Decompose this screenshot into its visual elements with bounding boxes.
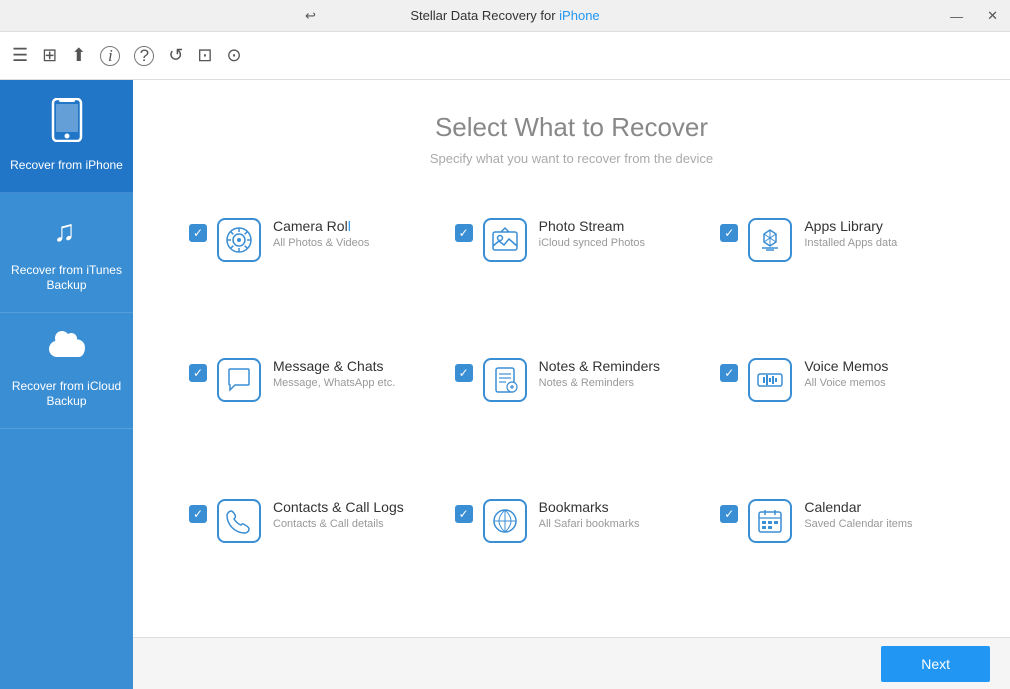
apps-library-icon	[748, 218, 792, 262]
checkbox-bookmarks[interactable]	[455, 505, 473, 523]
option-apps-library-text: Apps Library Installed Apps data	[804, 218, 897, 249]
checkbox-calendar[interactable]	[720, 505, 738, 523]
voice-memos-icon	[748, 358, 792, 402]
option-photo-stream-text: Photo Stream iCloud synced Photos	[539, 218, 645, 249]
option-camera-roll-subtitle: All Photos & Videos	[273, 237, 369, 249]
sidebar-item-recover-iphone[interactable]: Recover from iPhone	[0, 80, 133, 193]
option-contacts-call-logs-text: Contacts & Call Logs Contacts & Call det…	[273, 499, 404, 530]
page-subtitle: Specify what you want to recover from th…	[153, 151, 990, 166]
option-bookmarks-text: Bookmarks All Safari bookmarks	[539, 499, 640, 530]
photo-stream-icon	[483, 218, 527, 262]
sidebar: Recover from iPhone ♫ Recover from iTune…	[0, 80, 133, 689]
checkbox-photo-stream[interactable]	[455, 224, 473, 242]
option-apps-library[interactable]: Apps Library Installed Apps data	[704, 196, 970, 336]
option-camera-roll-title: Camera Roll	[273, 218, 369, 234]
option-bookmarks[interactable]: Bookmarks All Safari bookmarks	[439, 477, 705, 617]
toolbar: ☰ ⊞ ⬆ i ? ↺ ⊡ ⊙	[0, 32, 1010, 80]
menu-icon[interactable]: ☰	[12, 45, 28, 66]
option-notes-reminders-subtitle: Notes & Reminders	[539, 377, 660, 389]
refresh-icon[interactable]: ↺	[168, 45, 183, 66]
option-photo-stream-subtitle: iCloud synced Photos	[539, 237, 645, 249]
option-calendar-text: Calendar Saved Calendar items	[804, 499, 912, 530]
footer: Next	[133, 637, 1010, 689]
camera-roll-icon	[217, 218, 261, 262]
checkbox-message-chats[interactable]	[189, 364, 207, 382]
account-icon[interactable]: ⊙	[227, 45, 242, 66]
option-calendar-subtitle: Saved Calendar items	[804, 518, 912, 530]
checkbox-camera-roll[interactable]	[189, 224, 207, 242]
content-area: Select What to Recover Specify what you …	[133, 80, 1010, 689]
option-bookmarks-title: Bookmarks	[539, 499, 640, 515]
contacts-call-logs-icon	[217, 499, 261, 543]
help-icon[interactable]: ?	[134, 46, 154, 66]
cloud-icon	[45, 331, 89, 371]
message-chats-icon	[217, 358, 261, 402]
minimize-button[interactable]: —	[946, 9, 967, 24]
info-icon[interactable]: i	[100, 46, 120, 66]
checkbox-voice-memos[interactable]	[720, 364, 738, 382]
next-button[interactable]: Next	[881, 646, 990, 682]
calendar-icon	[748, 499, 792, 543]
option-notes-reminders[interactable]: Notes & Reminders Notes & Reminders	[439, 336, 705, 476]
option-calendar[interactable]: Calendar Saved Calendar items	[704, 477, 970, 617]
option-camera-roll[interactable]: Camera Roll All Photos & Videos	[173, 196, 439, 336]
notes-reminders-icon	[483, 358, 527, 402]
sidebar-item-recover-iphone-label: Recover from iPhone	[10, 158, 123, 174]
svg-text:♫: ♫	[53, 215, 76, 247]
option-contacts-call-logs[interactable]: Contacts & Call Logs Contacts & Call det…	[173, 477, 439, 617]
option-photo-stream-title: Photo Stream	[539, 218, 645, 234]
checkbox-notes-reminders[interactable]	[455, 364, 473, 382]
main-layout: Recover from iPhone ♫ Recover from iTune…	[0, 80, 1010, 689]
option-message-chats-subtitle: Message, WhatsApp etc.	[273, 377, 395, 389]
option-notes-reminders-title: Notes & Reminders	[539, 358, 660, 374]
sidebar-item-recover-itunes-label: Recover from iTunes Backup	[8, 263, 125, 294]
option-notes-reminders-text: Notes & Reminders Notes & Reminders	[539, 358, 660, 389]
option-message-chats-title: Message & Chats	[273, 358, 395, 374]
bookmarks-icon	[483, 499, 527, 543]
title-bar-controls: — ✕	[946, 0, 1002, 32]
checkbox-contacts-call-logs[interactable]	[189, 505, 207, 523]
page-title: Select What to Recover	[153, 112, 990, 143]
cart-icon[interactable]: ⊡	[197, 45, 212, 66]
sidebar-item-recover-itunes[interactable]: ♫ Recover from iTunes Backup	[0, 193, 133, 313]
option-camera-roll-text: Camera Roll All Photos & Videos	[273, 218, 369, 249]
music-icon: ♫	[49, 211, 85, 255]
option-bookmarks-subtitle: All Safari bookmarks	[539, 518, 640, 530]
options-grid: Camera Roll All Photos & Videos Photo S	[133, 186, 1010, 637]
title-bar: ↩ Stellar Data Recovery for iPhone — ✕	[0, 0, 1010, 32]
option-calendar-title: Calendar	[804, 499, 912, 515]
close-button[interactable]: ✕	[983, 8, 1002, 24]
option-apps-library-subtitle: Installed Apps data	[804, 237, 897, 249]
option-message-chats-text: Message & Chats Message, WhatsApp etc.	[273, 358, 395, 389]
option-voice-memos-text: Voice Memos All Voice memos	[804, 358, 888, 389]
sidebar-item-recover-icloud[interactable]: Recover from iCloud Backup	[0, 313, 133, 429]
option-apps-library-title: Apps Library	[804, 218, 897, 234]
sidebar-item-recover-icloud-label: Recover from iCloud Backup	[8, 379, 125, 410]
option-voice-memos-subtitle: All Voice memos	[804, 377, 888, 389]
bookmark-icon[interactable]: ⊞	[42, 45, 57, 66]
option-photo-stream[interactable]: Photo Stream iCloud synced Photos	[439, 196, 705, 336]
option-voice-memos[interactable]: Voice Memos All Voice memos	[704, 336, 970, 476]
option-contacts-call-logs-subtitle: Contacts & Call details	[273, 518, 404, 530]
phone-icon	[49, 98, 85, 150]
content-header: Select What to Recover Specify what you …	[133, 80, 1010, 186]
title-highlight: iPhone	[559, 8, 599, 23]
share-icon[interactable]: ⬆	[71, 45, 86, 66]
option-contacts-call-logs-title: Contacts & Call Logs	[273, 499, 404, 515]
option-message-chats[interactable]: Message & Chats Message, WhatsApp etc.	[173, 336, 439, 476]
back-icon: ↩	[305, 8, 316, 24]
checkbox-apps-library[interactable]	[720, 224, 738, 242]
title-bar-text: Stellar Data Recovery for iPhone	[410, 8, 599, 23]
option-voice-memos-title: Voice Memos	[804, 358, 888, 374]
